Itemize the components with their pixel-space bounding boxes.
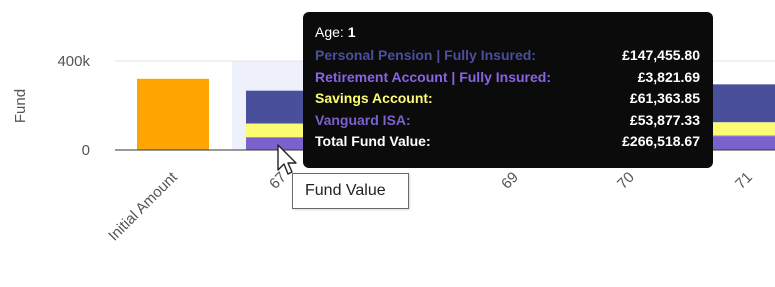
y-tick-label: 0 (82, 142, 90, 159)
tooltip-row-value: £61,363.85 (629, 90, 700, 106)
y-axis-title: Fund (12, 89, 29, 123)
tooltip-row-label: Personal Pension | Fully Insured: (315, 47, 536, 63)
tooltip-rows: Personal Pension | Fully Insured: £147,45… (315, 45, 700, 153)
tooltip-row-value: £147,455.80 (622, 47, 700, 63)
tooltip-title-label: Age: (315, 24, 348, 40)
y-tick-label: 400k (57, 53, 90, 70)
tooltip-title-value: 1 (347, 24, 356, 40)
tooltip-row: Vanguard ISA: £53,877.33 (315, 110, 700, 132)
x-category-label: 69 (498, 169, 522, 193)
tooltip-row-value: £53,877.33 (629, 111, 700, 128)
bar-segment (712, 122, 775, 136)
x-category-label: 70 (614, 169, 638, 193)
tooltip-row-label: Savings Account: (315, 90, 433, 106)
bar-segment (712, 135, 775, 137)
tooltip-row: Retirement Account | Fully Insured: £3,82… (315, 67, 700, 89)
tooltip-row-value: £3,821.69 (637, 68, 700, 85)
bar-segment (712, 84, 775, 123)
tooltip-row: Savings Account: £61,363.85 (315, 88, 700, 110)
tooltip-row-label: Retirement Account | Fully Insured: (315, 68, 551, 85)
bar-segment (137, 78, 209, 150)
tooltip-title: Age: 1 (315, 24, 700, 40)
hover-hint-text: Fund Value (305, 182, 386, 199)
tooltip-row-value: £266,518.67 (622, 133, 700, 149)
tooltip: Age: 1 Personal Pension | Fully Insured:… (303, 12, 713, 168)
hover-hint: Fund Value (292, 173, 409, 209)
tooltip-row-label: Total Fund Value: (315, 133, 431, 149)
x-category-label: Initial Amount (105, 168, 181, 244)
bar-segment (712, 136, 775, 150)
mouse-pointer-icon (277, 144, 297, 175)
tooltip-row: Total Fund Value: £266,518.67 (315, 131, 700, 153)
tooltip-row: Personal Pension | Fully Insured: £147,45… (315, 45, 700, 67)
tooltip-row-label: Vanguard ISA: (315, 111, 411, 128)
x-category-label: 71 (732, 169, 756, 193)
